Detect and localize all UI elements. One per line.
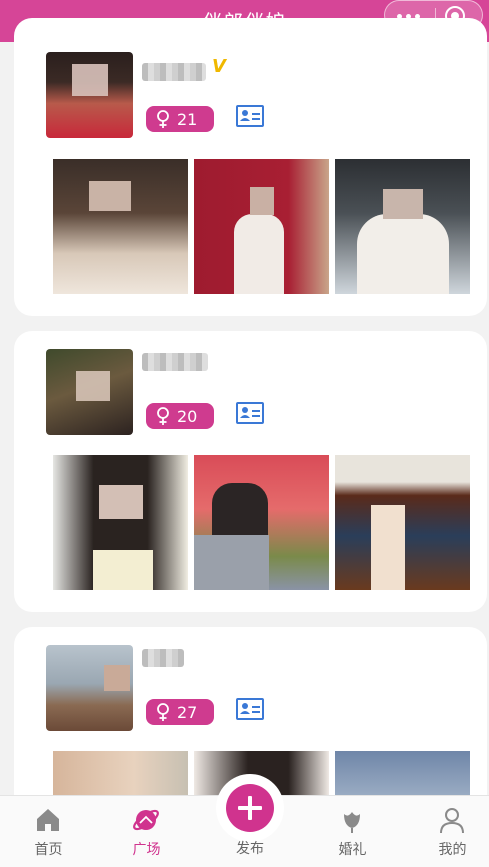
id-card-icon[interactable] bbox=[236, 698, 264, 720]
post-photo[interactable] bbox=[335, 455, 470, 590]
post-photo[interactable] bbox=[53, 455, 188, 590]
user-icon bbox=[440, 808, 464, 834]
post-photo[interactable] bbox=[53, 751, 188, 801]
post-photo[interactable] bbox=[194, 159, 329, 294]
id-card-icon[interactable] bbox=[236, 105, 264, 127]
female-icon bbox=[157, 703, 169, 721]
female-icon bbox=[157, 407, 169, 425]
age-badge: 27 bbox=[146, 699, 214, 725]
planet-icon bbox=[133, 809, 159, 831]
tab-label: 我的 bbox=[438, 842, 467, 858]
age-value: 27 bbox=[177, 702, 198, 722]
tab-label: 广场 bbox=[132, 842, 161, 858]
post-photo[interactable] bbox=[335, 159, 470, 294]
age-badge: 21 bbox=[146, 106, 214, 132]
tab-me[interactable]: 我的 bbox=[404, 796, 489, 867]
id-card-icon[interactable] bbox=[236, 402, 264, 424]
post-photo[interactable] bbox=[194, 455, 329, 590]
age-value: 21 bbox=[177, 109, 198, 129]
post-photo[interactable] bbox=[53, 159, 188, 294]
verified-badge: V bbox=[212, 56, 226, 77]
tab-label: 首页 bbox=[34, 842, 63, 858]
female-icon bbox=[157, 110, 169, 128]
tab-home[interactable]: 首页 bbox=[0, 796, 97, 867]
age-value: 20 bbox=[177, 406, 198, 426]
post-photo[interactable] bbox=[335, 751, 470, 801]
tab-square[interactable]: 广场 bbox=[98, 796, 195, 867]
home-icon bbox=[37, 809, 59, 831]
username-blurred[interactable] bbox=[142, 353, 208, 371]
avatar[interactable] bbox=[46, 52, 133, 138]
avatar[interactable] bbox=[46, 645, 133, 731]
tab-label: 婚礼 bbox=[338, 842, 367, 858]
post-card[interactable]: V 21 bbox=[14, 18, 487, 316]
post-card[interactable]: 20 bbox=[14, 331, 487, 612]
username-blurred[interactable] bbox=[142, 63, 206, 81]
username-blurred[interactable] bbox=[142, 649, 184, 667]
avatar[interactable] bbox=[46, 349, 133, 435]
flower-icon bbox=[344, 812, 360, 833]
publish-label: 发布 bbox=[236, 841, 264, 857]
tab-wedding[interactable]: 婚礼 bbox=[304, 796, 401, 867]
age-badge: 20 bbox=[146, 403, 214, 429]
publish-button[interactable] bbox=[226, 784, 274, 832]
